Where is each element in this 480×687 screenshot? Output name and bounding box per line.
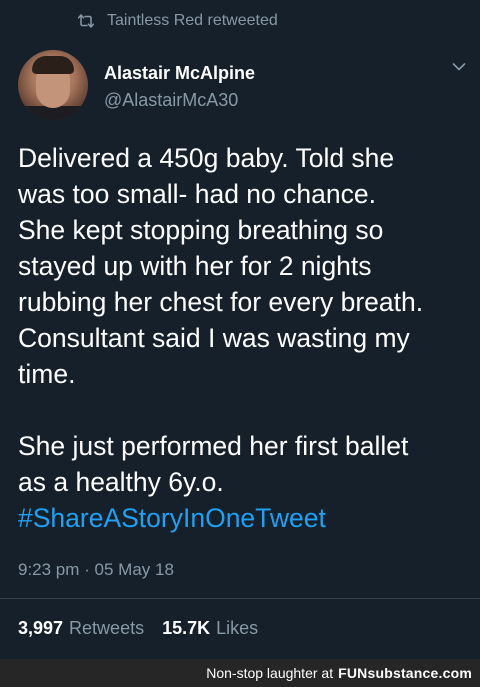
retweet-label: Taintless Red retweeted: [107, 12, 278, 29]
retweets-label[interactable]: Retweets: [69, 618, 144, 639]
tweet-line: was too small- had no chance.: [18, 179, 376, 209]
tweet-line: Delivered a 450g baby. Told she: [18, 143, 395, 173]
footer-brand: FUNsubstance.com: [338, 665, 472, 681]
tweet-body: Delivered a 450g baby. Told she was too …: [18, 140, 470, 536]
tweet-line: She kept stopping breathing so: [18, 215, 384, 245]
likes-count[interactable]: 15.7K: [162, 618, 210, 639]
tweet-line: rubbing her chest for every breath.: [18, 287, 424, 317]
avatar[interactable]: [18, 50, 88, 120]
tweet-line: Consultant said I was wasting my: [18, 323, 410, 353]
retweet-indicator: Taintless Red retweeted: [78, 12, 278, 30]
tweet-line: stayed up with her for 2 nights: [18, 251, 372, 281]
retweet-icon: [78, 14, 94, 28]
retweets-count[interactable]: 3,997: [18, 618, 63, 639]
chevron-down-icon[interactable]: [452, 62, 466, 72]
tweet-line: as a healthy 6y.o.: [18, 467, 224, 497]
hashtag-link[interactable]: #ShareAStoryInOneTweet: [18, 500, 470, 536]
author-name[interactable]: Alastair McAlpine: [104, 63, 255, 84]
tweet-stats: 3,997 Retweets 15.7K Likes: [18, 618, 276, 639]
footer-tagline: Non-stop laughter at: [206, 665, 334, 681]
author-handle[interactable]: @AlastairMcA30: [104, 90, 238, 111]
watermark-footer: Non-stop laughter at FUNsubstance.com: [0, 659, 480, 687]
tweet-line: She just performed her first ballet: [18, 431, 409, 461]
divider: [0, 598, 480, 599]
tweet-timestamp[interactable]: 9:23 pm · 05 May 18: [18, 560, 174, 580]
tweet-line: time.: [18, 359, 76, 389]
likes-label[interactable]: Likes: [216, 618, 258, 639]
